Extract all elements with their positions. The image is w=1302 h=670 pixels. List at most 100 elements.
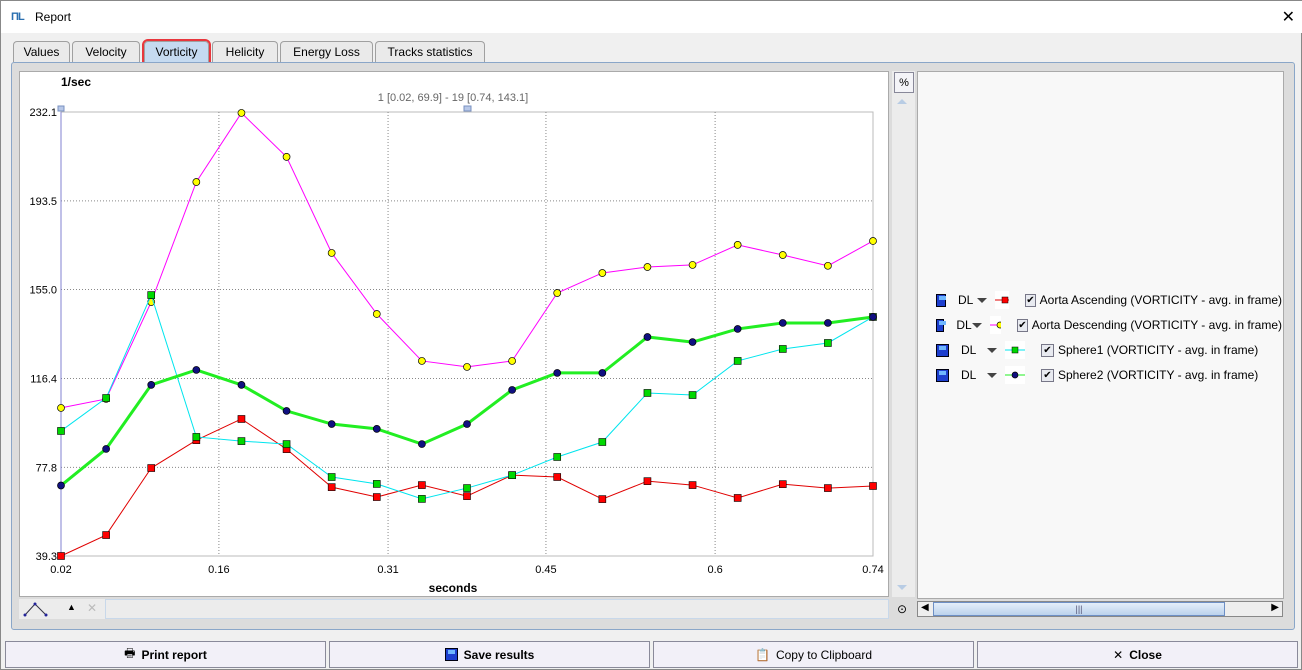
data-point [508, 357, 516, 365]
close-icon: ✕ [1113, 647, 1124, 662]
data-point [869, 482, 877, 490]
y-tick-label: 232.1 [29, 107, 57, 119]
data-point [282, 440, 291, 448]
data-point [824, 339, 832, 347]
save-results-button[interactable]: Save results [329, 641, 650, 668]
scroll-down-icon[interactable] [897, 585, 907, 590]
x-tick-label: 0.16 [208, 564, 229, 576]
chart-horizontal-scrollbar[interactable] [105, 599, 889, 619]
left-cursor-handle[interactable] [57, 105, 65, 112]
tab-energy-loss[interactable]: Energy Loss [280, 41, 373, 62]
tab-velocity[interactable]: Velocity [72, 41, 140, 62]
save-series-icon[interactable] [936, 343, 949, 357]
scroll-up-icon[interactable] [897, 99, 907, 104]
data-point [237, 437, 246, 445]
line-style-icon[interactable] [22, 599, 52, 619]
data-point [418, 495, 426, 503]
window-close-icon[interactable]: ✕ [1282, 7, 1295, 27]
dropdown-arrow-icon[interactable] [987, 347, 997, 353]
series-style-swatch[interactable] [1005, 366, 1025, 384]
clipboard-icon: 📋 [754, 647, 770, 662]
vertical-scrollbar[interactable] [892, 71, 915, 597]
window-title: Report [35, 10, 72, 24]
series-label: Sphere1 (VORTICITY - avg. in frame) [1058, 343, 1259, 357]
y-tick-label: 77.8 [36, 462, 57, 474]
data-point [418, 440, 426, 448]
data-point [553, 369, 562, 377]
x-tick-label: 0.74 [862, 564, 883, 576]
tab-values[interactable]: Values [13, 41, 70, 62]
save-series-icon[interactable] [936, 293, 946, 307]
printer-icon: 🖶 [124, 646, 136, 660]
series-visible-checkbox[interactable]: ✔ [1041, 343, 1054, 357]
data-point [372, 425, 381, 433]
data-point [192, 178, 201, 186]
tab-helicity[interactable]: Helicity [212, 41, 278, 62]
copy-to-clipboard-button[interactable]: 📋 Copy to Clipboard [653, 641, 974, 668]
dropdown-arrow-icon[interactable] [987, 372, 997, 378]
y-axis-label: 1/sec [61, 75, 91, 89]
series-label: Sphere2 (VORTICITY - avg. in frame) [1058, 368, 1259, 382]
scroll-right-icon[interactable]: ▶ [1271, 602, 1279, 613]
legend-scroll-thumb[interactable]: ||| [933, 602, 1225, 616]
data-point [598, 438, 607, 446]
data-point [824, 319, 832, 327]
data-point [237, 381, 246, 389]
save-series-icon[interactable] [936, 368, 949, 382]
series-style-swatch[interactable] [1005, 341, 1025, 359]
dropdown-arrow-icon[interactable] [971, 322, 982, 328]
series-dl-label: DL [957, 293, 974, 307]
x-tick-label: 0.02 [50, 564, 71, 576]
data-point [57, 404, 65, 412]
x-tick-label: 0.45 [535, 564, 556, 576]
data-point [372, 310, 381, 318]
right-cursor-handle[interactable] [463, 105, 472, 112]
data-point [237, 415, 246, 423]
series-visible-checkbox[interactable]: ✔ [1025, 293, 1036, 307]
legend-panel: DL ✔ Aorta Ascending (VORTICITY - avg. i… [917, 71, 1284, 599]
data-point [733, 357, 742, 365]
x-tick-label: 0.31 [377, 564, 398, 576]
dropdown-arrow-icon[interactable] [976, 297, 987, 303]
data-point [237, 109, 246, 117]
reset-zoom-icon[interactable]: ⊙ [897, 602, 907, 616]
series-label: Aorta Ascending (VORTICITY - avg. in fra… [1039, 293, 1282, 307]
data-point [418, 357, 426, 365]
data-point [643, 477, 652, 485]
data-point [733, 325, 742, 333]
percent-button[interactable]: % [894, 72, 914, 93]
tab-vorticity[interactable]: Vorticity [142, 39, 211, 64]
data-point [57, 552, 65, 560]
data-point [688, 338, 697, 346]
scroll-left-icon[interactable]: ◀ [921, 602, 929, 613]
series-style-swatch[interactable] [994, 291, 1010, 309]
data-point [598, 369, 607, 377]
series-visible-checkbox[interactable]: ✔ [1017, 318, 1028, 332]
vorticity-chart[interactable]: 1/sec 1 [0.02, 69.9] - 19 [0.74, 143.1] … [19, 71, 889, 597]
x-tick-label: 0.6 [707, 564, 722, 576]
y-tick-label: 193.5 [29, 196, 57, 208]
data-point [553, 289, 562, 297]
data-point [192, 433, 201, 441]
close-button[interactable]: ✕ Close [977, 641, 1298, 668]
print-report-button[interactable]: 🖶 Print report [5, 641, 326, 668]
y-tick-label: 155.0 [29, 285, 57, 297]
data-point [778, 345, 787, 353]
series-dl-label: DL [961, 368, 977, 382]
data-point [372, 480, 381, 488]
legend-item: DL ✔ Sphere1 (VORTICITY - avg. in frame) [936, 340, 1282, 360]
cursor-readout: 1 [0.02, 69.9] - 19 [0.74, 143.1] [378, 92, 528, 104]
series-style-swatch[interactable] [989, 316, 1002, 334]
legend-item: DL ✔ Sphere2 (VORTICITY - avg. in frame) [936, 365, 1282, 385]
data-point [508, 471, 516, 479]
save-series-icon[interactable] [936, 318, 947, 332]
legend-item: DL ✔ Aorta Descending (VORTICITY - avg. … [936, 315, 1282, 335]
remove-icon[interactable]: ✕ [87, 601, 97, 615]
triangle-up-icon[interactable]: ▲ [67, 602, 76, 612]
data-point [643, 263, 652, 271]
data-point [733, 494, 742, 502]
data-point [327, 249, 336, 257]
series-visible-checkbox[interactable]: ✔ [1041, 368, 1054, 382]
tab-tracks-statistics[interactable]: Tracks statistics [375, 41, 485, 62]
title-bar: ΠL Report ✕ [1, 1, 1302, 33]
